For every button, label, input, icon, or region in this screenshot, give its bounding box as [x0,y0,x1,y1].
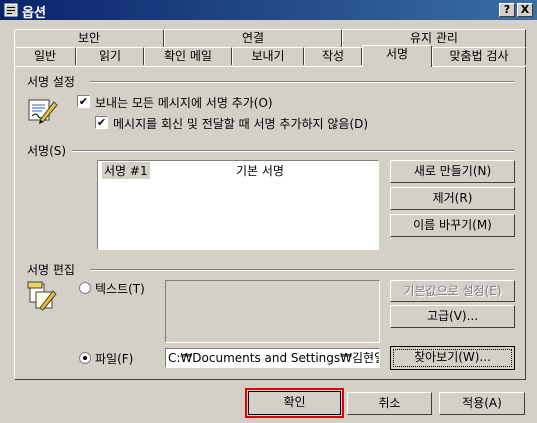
cancel-button[interactable]: 취소 [347,392,432,415]
no-signature-reply-checkbox[interactable]: ✔ [95,116,108,129]
set-default-button[interactable]: 기본값으로 설정(E) [390,280,515,302]
edit-signature-icon [27,281,57,311]
separator [90,81,514,83]
add-signature-label: 보내는 모든 메시지에 서명 추가(O) [95,96,273,110]
signature-settings-heading: 서명 설정 [27,75,75,89]
window-title: 옵션 [22,6,46,21]
signature-item-name[interactable]: 서명 #1 [102,162,150,179]
tab-send[interactable]: 보내기 [232,47,304,65]
new-signature-button[interactable]: 새로 만들기(N) [390,160,515,183]
tab-read[interactable]: 읽기 [76,47,144,65]
apply-button[interactable]: 적용(A) [439,392,525,415]
text-radio-label: 텍스트(T) [95,282,145,296]
tab-signatures[interactable]: 서명 [362,45,432,67]
rename-signature-button[interactable]: 이름 바꾸기(M) [390,214,515,237]
options-icon [4,3,18,17]
file-radio-label: 파일(F) [95,352,134,366]
separator [72,150,514,152]
help-button[interactable]: ? [499,3,515,17]
tab-compose[interactable]: 작성 [304,47,362,65]
tab-spelling[interactable]: 맞춤법 검사 [432,47,526,65]
signature-pen-icon [28,99,58,124]
tab-receipts[interactable]: 확인 메일 [144,47,232,65]
signature-list[interactable]: 서명 #1 기본 서명 [97,160,379,250]
browse-button[interactable]: 찾아보기(W)... [390,346,515,370]
close-button[interactable]: X [517,3,533,17]
ok-button[interactable]: 확인 [245,388,344,418]
tab-general[interactable]: 일반 [14,47,76,65]
remove-signature-button[interactable]: 제거(R) [390,187,515,210]
file-path-input[interactable]: C:₩Documents and Settings₩김현일 [165,348,380,368]
advanced-button[interactable]: 고급(V)... [390,305,515,328]
signature-item-type: 기본 서명 [236,164,284,178]
file-radio[interactable] [79,352,91,364]
text-radio[interactable] [79,282,91,294]
signatures-heading: 서명(S) [27,144,67,158]
title-bar [0,0,537,20]
tab-connection[interactable]: 연결 [164,29,342,47]
signature-text-box[interactable] [165,280,380,343]
no-signature-reply-label: 메시지를 회신 및 전달할 때 서명 추가하지 않음(D) [113,117,369,131]
tab-security[interactable]: 보안 [14,29,164,47]
edit-signature-heading: 서명 편집 [27,263,75,277]
add-signature-checkbox[interactable]: ✔ [77,95,90,108]
separator [90,269,514,271]
